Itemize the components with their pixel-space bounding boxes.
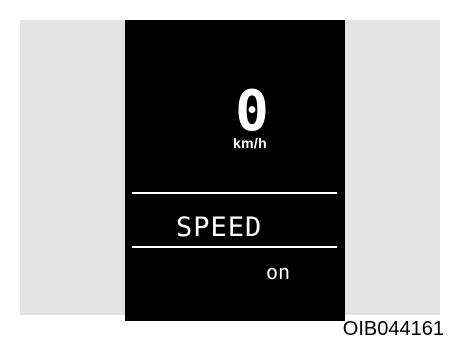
speed-digit-glyph: 0	[235, 79, 269, 144]
cluster-lcd-display	[125, 20, 345, 321]
figure-code: OIB044161	[342, 318, 444, 340]
mode-state: on	[266, 263, 290, 281]
upper-divider	[132, 192, 337, 194]
figure-frame: 0 km/h SPEED on OIB044161	[0, 0, 450, 343]
mode-label: SPEED	[176, 213, 262, 239]
mode-label-glyphs: SPEED	[176, 212, 262, 243]
speed-value: 0	[235, 80, 269, 135]
mode-state-block: on	[266, 260, 306, 284]
mode-state-glyphs: on	[266, 260, 290, 284]
speed-readout: 0	[232, 79, 272, 144]
mode-label-block: SPEED	[176, 212, 286, 243]
speed-unit-label: km/h	[233, 135, 267, 151]
lower-divider	[132, 246, 337, 248]
